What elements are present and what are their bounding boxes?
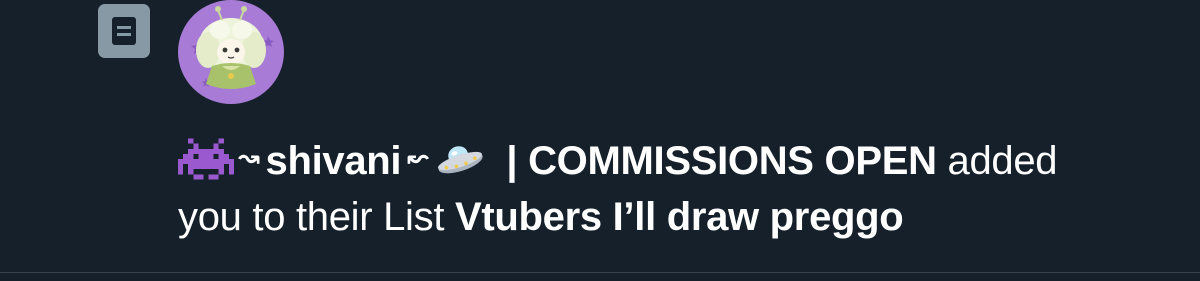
list-name-link[interactable]: Vtubers I’ll draw preggo	[455, 195, 904, 239]
list-icon	[98, 4, 150, 58]
line2-text: you to their List	[178, 195, 445, 239]
list-glyph-icon	[112, 17, 136, 45]
message-line-1: ↝ shivani ↜ | COMMISSIONS OPEN added	[178, 133, 1178, 189]
alien-monster-icon	[178, 139, 234, 180]
user-name-link[interactable]: shivani	[266, 139, 402, 183]
divider	[0, 272, 1200, 273]
avatar-image	[179, 0, 283, 104]
message-line-2: you to their List Vtubers I’ll draw preg…	[178, 189, 1178, 245]
notification-message: ↝ shivani ↜ | COMMISSIONS OPEN added you t…	[178, 133, 1178, 245]
list-added-notification[interactable]: ↝ shivani ↜ | COMMISSIONS OPEN added you t…	[0, 0, 1200, 272]
avatar[interactable]	[178, 0, 284, 104]
squiggle-arrow-left: ↜	[407, 142, 429, 173]
squiggle-arrow-right: ↝	[238, 142, 260, 173]
action-text: added	[947, 139, 1058, 183]
user-bio-status[interactable]: | COMMISSIONS OPEN	[506, 139, 937, 183]
flying-saucer-icon	[437, 146, 483, 174]
